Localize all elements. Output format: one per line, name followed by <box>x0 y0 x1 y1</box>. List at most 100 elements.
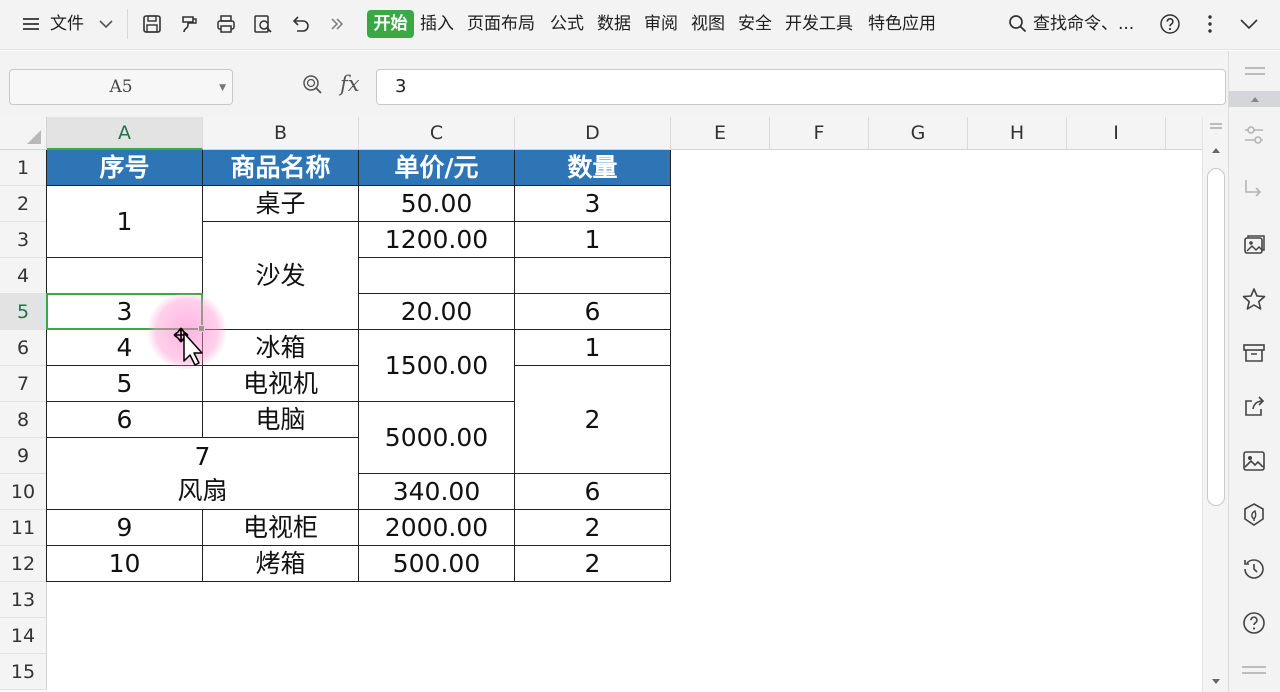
cell-c5[interactable]: 20.00 <box>359 294 515 330</box>
scroll-up-icon[interactable] <box>1210 145 1222 155</box>
cell-c4[interactable] <box>359 258 515 294</box>
tab-insert[interactable]: 插入 <box>420 12 454 36</box>
more-options-icon[interactable] <box>1197 11 1223 37</box>
format-painter-icon[interactable] <box>176 11 202 37</box>
share-icon[interactable] <box>1240 393 1268 421</box>
column-header-i[interactable]: I <box>1067 117 1166 150</box>
header-cell-product-name[interactable]: 商品名称 <box>203 150 359 186</box>
tab-security[interactable]: 安全 <box>738 12 772 36</box>
cell-b11[interactable]: 电视柜 <box>203 510 359 546</box>
cell-d11[interactable]: 2 <box>515 510 671 546</box>
row-header-10[interactable]: 10 <box>0 474 47 510</box>
tab-formulas[interactable]: 公式 <box>550 12 584 36</box>
chevron-down-icon[interactable] <box>93 11 119 37</box>
row-header-2[interactable]: 2 <box>0 186 47 222</box>
header-cell-unit-price[interactable]: 单价/元 <box>359 150 515 186</box>
cell-d2[interactable]: 3 <box>515 186 671 222</box>
hamburger-menu-icon[interactable] <box>18 11 44 37</box>
row-header-12[interactable]: 12 <box>0 546 47 582</box>
tab-page-layout[interactable]: 页面布局 <box>467 12 535 36</box>
zoom-lookup-icon[interactable] <box>300 72 326 98</box>
cell-c8-merged[interactable]: 5000.00 <box>359 402 515 474</box>
picture-icon[interactable] <box>1240 447 1268 475</box>
column-header-g[interactable]: G <box>869 117 968 150</box>
column-header-d[interactable]: D <box>515 117 671 150</box>
row-header-5[interactable]: 5 <box>0 294 47 330</box>
row-header-3[interactable]: 3 <box>0 222 47 258</box>
cell-c6-merged[interactable]: 1500.00 <box>359 330 515 402</box>
row-header-13[interactable]: 13 <box>0 582 47 618</box>
row-header-1[interactable]: 1 <box>0 150 47 186</box>
cell-b2[interactable]: 桌子 <box>203 186 359 222</box>
scroll-down-icon[interactable] <box>1210 677 1222 687</box>
file-menu-label[interactable]: 文件 <box>50 12 84 36</box>
column-header-c[interactable]: C <box>359 117 515 150</box>
cell-c2[interactable]: 50.00 <box>359 186 515 222</box>
tab-special-apps[interactable]: 特色应用 <box>868 12 936 36</box>
cell-a7[interactable]: 5 <box>47 366 203 402</box>
scrollbar-thumb[interactable] <box>1207 168 1225 506</box>
cell-a2-merged[interactable]: 1 <box>47 186 203 258</box>
collapse-ribbon-icon[interactable] <box>1236 11 1262 37</box>
row-header-11[interactable]: 11 <box>0 510 47 546</box>
select-all-corner[interactable] <box>0 117 47 150</box>
column-header-e[interactable]: E <box>671 117 770 150</box>
cell-c11[interactable]: 2000.00 <box>359 510 515 546</box>
print-preview-icon[interactable] <box>250 11 276 37</box>
cell-d6[interactable]: 1 <box>515 330 671 366</box>
cell-d10[interactable]: 6 <box>515 474 671 510</box>
cell-d5[interactable]: 6 <box>515 294 671 330</box>
row-header-7[interactable]: 7 <box>0 366 47 402</box>
row-header-9[interactable]: 9 <box>0 438 47 474</box>
tab-review[interactable]: 审阅 <box>644 12 678 36</box>
save-icon[interactable] <box>139 11 165 37</box>
image-gallery-icon[interactable] <box>1240 231 1268 259</box>
row-header-14[interactable]: 14 <box>0 618 47 654</box>
shield-leaf-icon[interactable] <box>1240 501 1268 529</box>
cell-a4[interactable] <box>47 258 203 294</box>
cell-b3-merged[interactable]: 沙发 <box>203 222 359 330</box>
cell-c12[interactable]: 500.00 <box>359 546 515 582</box>
history-icon[interactable] <box>1240 555 1268 583</box>
cell-d12[interactable]: 2 <box>515 546 671 582</box>
search-icon[interactable] <box>1005 11 1031 37</box>
command-search[interactable]: 查找命令、... <box>1033 12 1134 36</box>
fx-icon[interactable]: fx <box>340 72 360 96</box>
column-header-b[interactable]: B <box>203 117 359 150</box>
column-header-a[interactable]: A <box>47 117 203 150</box>
column-header-f[interactable]: F <box>770 117 869 150</box>
row-header-8[interactable]: 8 <box>0 402 47 438</box>
name-box-dropdown-icon[interactable]: ▼ <box>219 71 226 105</box>
formula-input[interactable]: 3 <box>376 69 1226 105</box>
cell-c3[interactable]: 1200.00 <box>359 222 515 258</box>
settings-sliders-icon[interactable] <box>1240 121 1268 149</box>
cell-c10[interactable]: 340.00 <box>359 474 515 510</box>
tab-developer[interactable]: 开发工具 <box>785 12 853 36</box>
help-icon[interactable] <box>1157 11 1183 37</box>
row-header-15[interactable]: 15 <box>0 654 47 690</box>
tab-start[interactable]: 开始 <box>367 10 414 38</box>
cell-d7-merged[interactable]: 2 <box>515 366 671 474</box>
column-header-h[interactable]: H <box>968 117 1067 150</box>
row-header-4[interactable]: 4 <box>0 258 47 294</box>
cell-a11[interactable]: 9 <box>47 510 203 546</box>
row-header-6[interactable]: 6 <box>0 330 47 366</box>
archive-box-icon[interactable] <box>1240 339 1268 367</box>
transfer-icon[interactable] <box>1240 175 1268 203</box>
cell-b12[interactable]: 烤箱 <box>203 546 359 582</box>
cell-b6[interactable]: 冰箱 <box>203 330 359 366</box>
cell-b7[interactable]: 电视机 <box>203 366 359 402</box>
tab-view[interactable]: 视图 <box>691 12 725 36</box>
name-box[interactable]: A5 ▼ <box>9 69 233 105</box>
side-help-icon[interactable] <box>1240 609 1268 637</box>
cell-a8[interactable]: 6 <box>47 402 203 438</box>
cell-a9-merged[interactable]: 7 风扇 <box>47 438 359 510</box>
cell-d4[interactable] <box>515 258 671 294</box>
cell-a12[interactable]: 10 <box>47 546 203 582</box>
print-icon[interactable] <box>213 11 239 37</box>
undo-icon[interactable] <box>287 11 313 37</box>
header-cell-seq[interactable]: 序号 <box>47 150 203 186</box>
header-cell-quantity[interactable]: 数量 <box>515 150 671 186</box>
cell-d3[interactable]: 1 <box>515 222 671 258</box>
cell-b8[interactable]: 电脑 <box>203 402 359 438</box>
